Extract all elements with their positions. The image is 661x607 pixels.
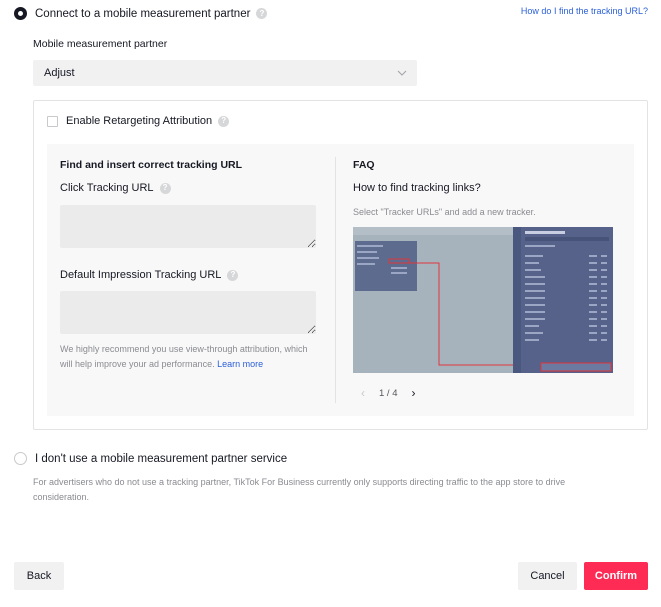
faq-pager-text: 1 / 4 — [379, 387, 398, 399]
question-icon[interactable]: ? — [159, 182, 171, 194]
tracking-url-help-link[interactable]: How do I find the tracking URL? — [521, 6, 648, 16]
radio-no-partner[interactable]: I don't use a mobile measurement partner… — [14, 452, 287, 465]
question-icon[interactable]: ? — [218, 115, 230, 127]
click-tracking-label: Click Tracking URL — [60, 182, 154, 194]
faq-pager: ‹ 1 / 4 › — [353, 383, 424, 403]
click-tracking-label-row: Click Tracking URL ? — [60, 182, 171, 194]
chevron-right-icon[interactable]: › — [404, 383, 424, 403]
faq-question: How to find tracking links? — [353, 182, 481, 194]
faq-description: Select "Tracker URLs" and add a new trac… — [353, 207, 536, 217]
confirm-button[interactable]: Confirm — [584, 562, 648, 590]
cancel-button[interactable]: Cancel — [518, 562, 577, 590]
radio-checked-indicator[interactable] — [14, 7, 27, 20]
retargeting-checkbox[interactable] — [47, 115, 58, 127]
retargeting-label: Enable Retargeting Attribution — [66, 115, 213, 127]
retargeting-checkbox-row[interactable]: Enable Retargeting Attribution ? — [47, 115, 230, 127]
radio-connect-partner[interactable]: Connect to a mobile measurement partner … — [14, 7, 268, 20]
faq-screenshot — [353, 227, 613, 373]
question-icon[interactable]: ? — [227, 269, 239, 281]
click-tracking-url-input[interactable] — [60, 205, 316, 248]
impression-tracking-url-input[interactable] — [60, 291, 316, 334]
question-icon[interactable]: ? — [256, 8, 268, 19]
no-partner-description: For advertisers who do not use a trackin… — [33, 477, 566, 502]
chevron-left-icon[interactable]: ‹ — [353, 383, 373, 403]
faq-title: FAQ — [353, 159, 375, 171]
radio-connect-partner-label: Connect to a mobile measurement partner — [35, 7, 251, 20]
impression-tracking-label-row: Default Impression Tracking URL ? — [60, 269, 239, 281]
partner-select-value: Adjust — [44, 67, 75, 79]
faq-screenshot-illustration — [353, 227, 613, 373]
panel-divider — [335, 157, 336, 403]
chevron-down-icon — [397, 70, 407, 76]
partner-select-label: Mobile measurement partner — [33, 38, 168, 50]
tracking-section-title: Find and insert correct tracking URL — [60, 159, 243, 171]
radio-unchecked-indicator[interactable] — [14, 452, 27, 465]
impression-tracking-label: Default Impression Tracking URL — [60, 269, 222, 281]
view-through-hint: We highly recommend you use view-through… — [60, 342, 320, 372]
view-through-hint-text: We highly recommend you use view-through… — [60, 344, 308, 369]
radio-no-partner-label: I don't use a mobile measurement partner… — [35, 452, 288, 465]
back-button[interactable]: Back — [14, 562, 64, 590]
partner-select[interactable]: Adjust — [33, 60, 417, 86]
learn-more-link[interactable]: Learn more — [217, 359, 263, 369]
